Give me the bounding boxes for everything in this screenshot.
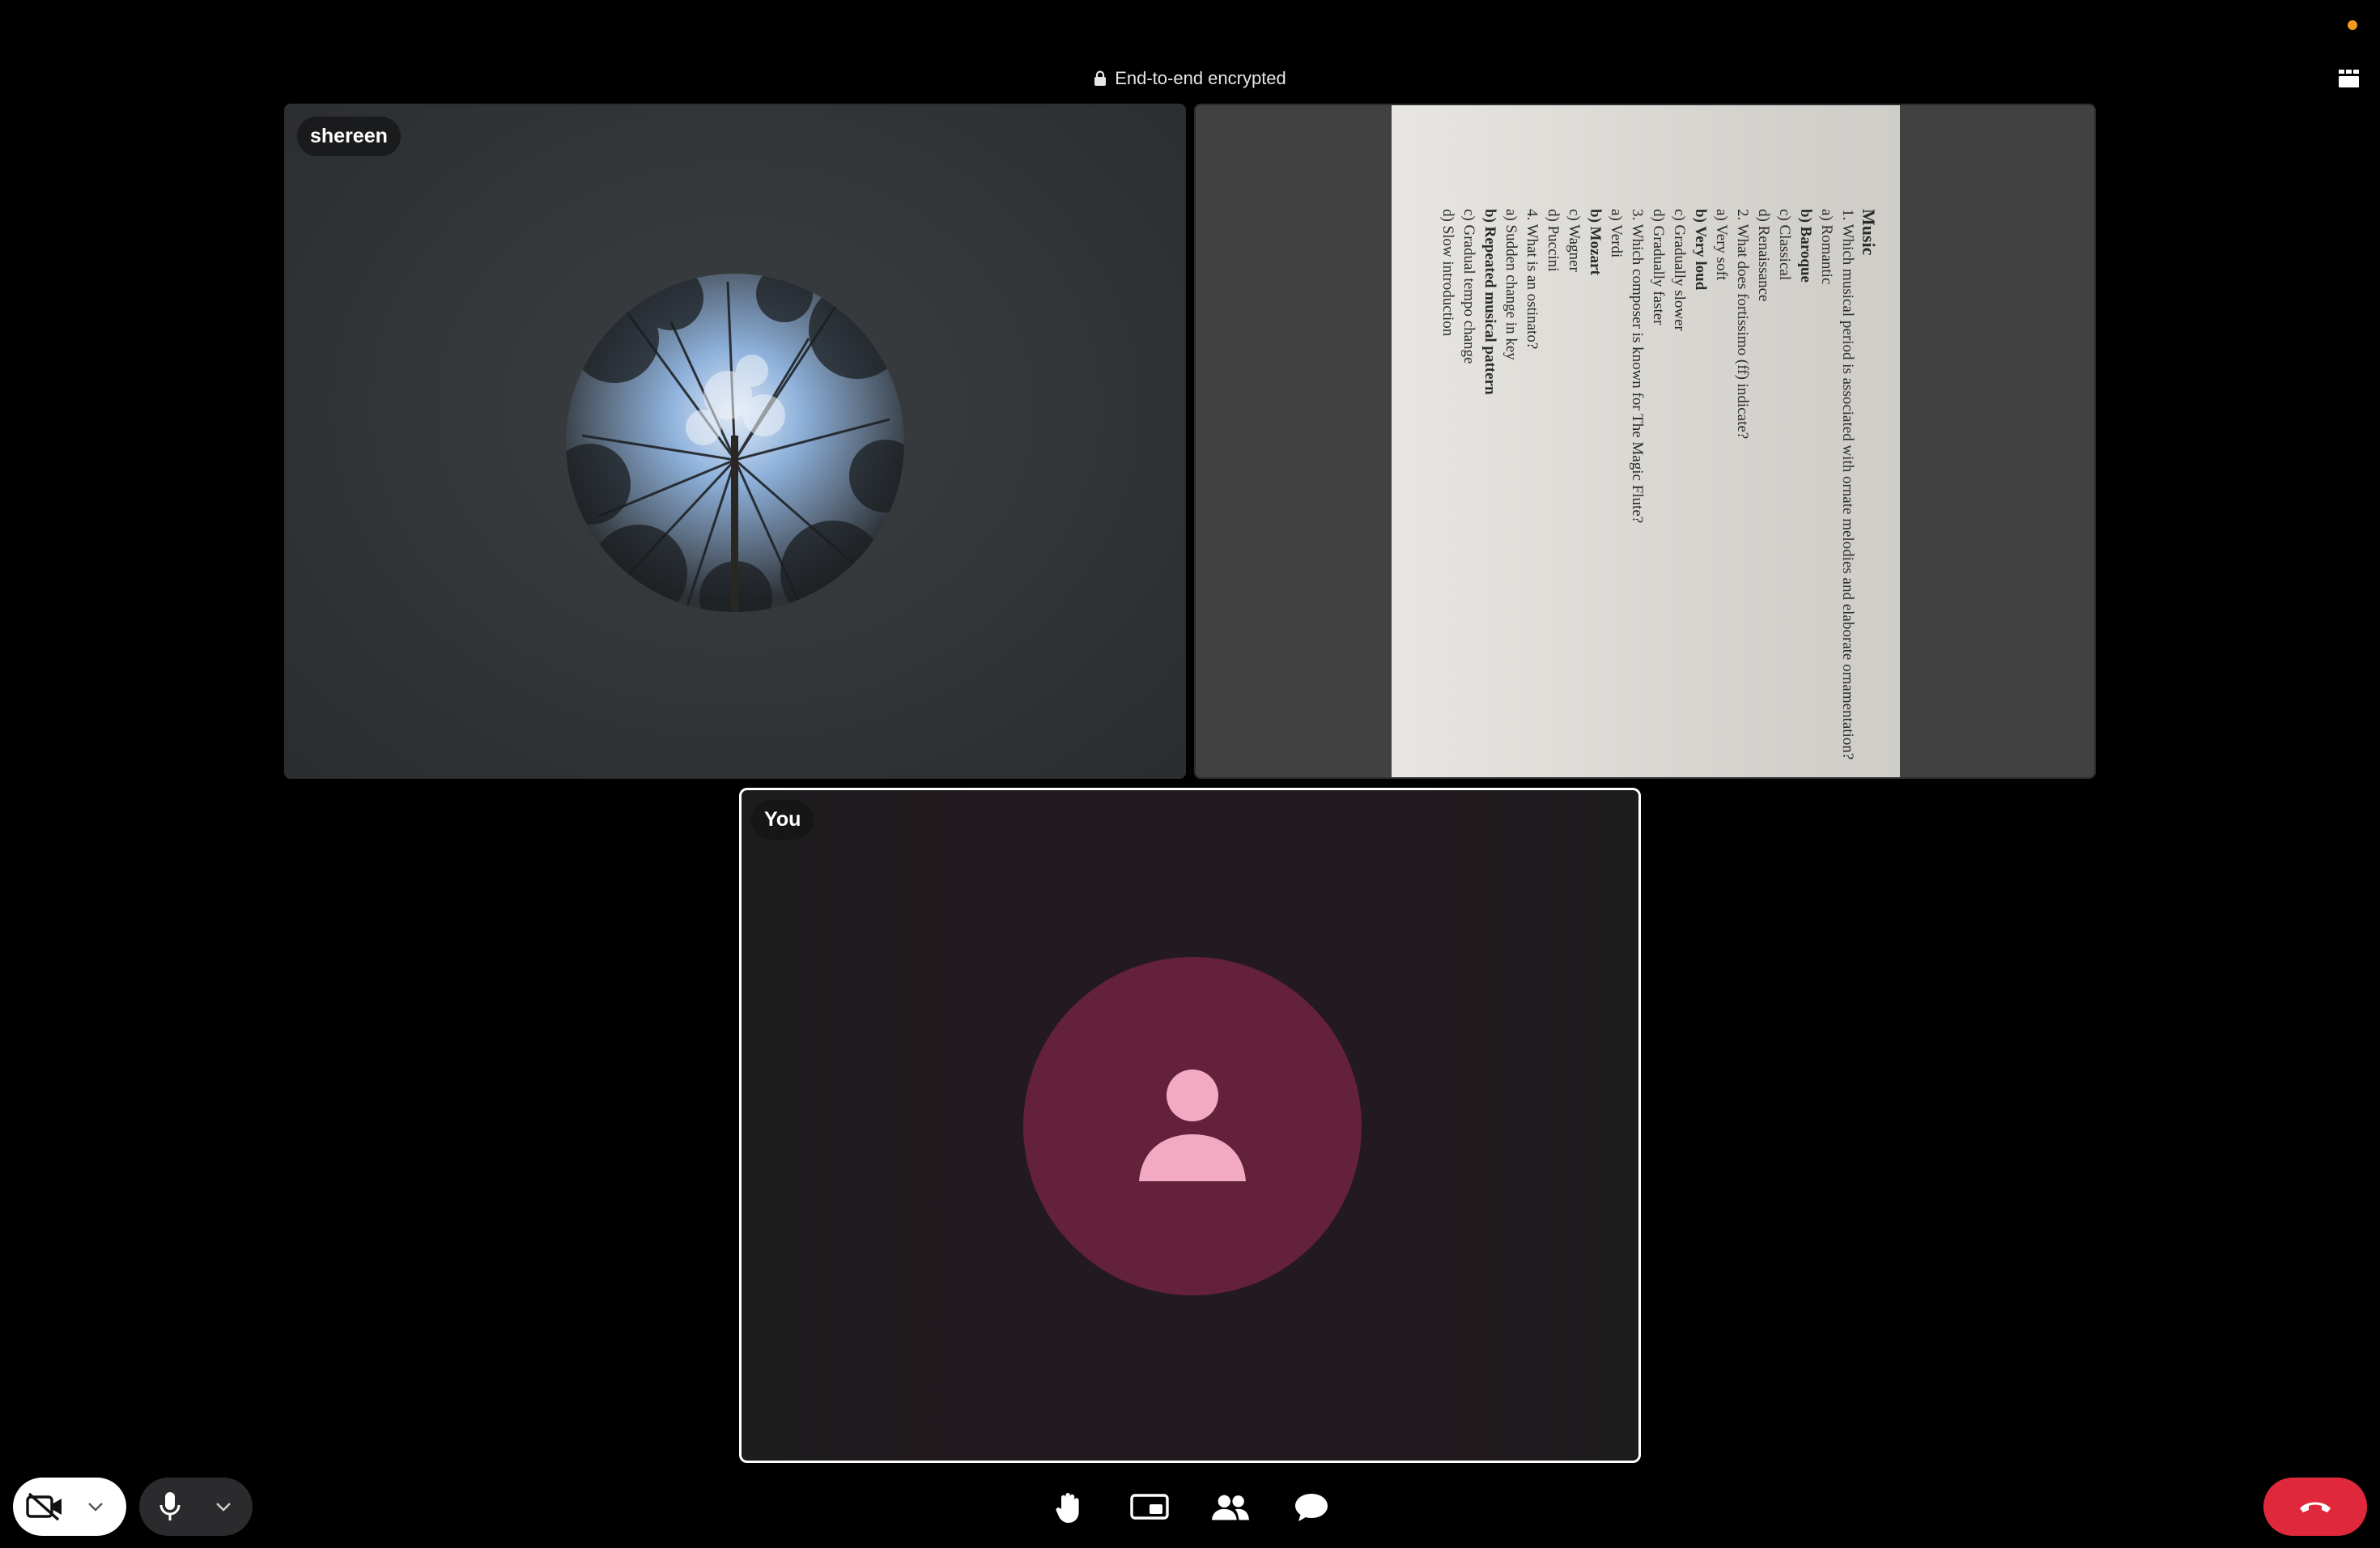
participant-name-label: shereen bbox=[297, 117, 401, 156]
shared-document: Music 1. Which musical period is associa… bbox=[1392, 105, 1900, 777]
document-line: b) Baroque bbox=[1797, 209, 1814, 283]
document-line: a) Sudden change in key bbox=[1502, 209, 1519, 360]
recording-status-dot bbox=[2348, 20, 2357, 30]
avatar bbox=[1023, 957, 1362, 1295]
document-line: c) Classical bbox=[1776, 209, 1793, 281]
document-line: d) Gradually faster bbox=[1650, 209, 1667, 325]
document-line: d) Slow introduction bbox=[1439, 209, 1456, 337]
tree-canopy-image bbox=[566, 274, 904, 612]
document-line: 2. What does fortissimo (ff) indicate? bbox=[1734, 209, 1751, 440]
camera-off-icon[interactable] bbox=[26, 1492, 65, 1521]
document-line: a) Very soft bbox=[1713, 209, 1730, 281]
camera-toggle-group[interactable] bbox=[13, 1478, 126, 1536]
chevron-down-icon[interactable] bbox=[215, 1502, 232, 1512]
raise-hand-icon bbox=[1056, 1493, 1079, 1523]
document-line: b) Very loud bbox=[1692, 209, 1709, 291]
document-line: b) Repeated musical pattern bbox=[1481, 209, 1498, 395]
document-heading: Music bbox=[1859, 209, 1879, 256]
document-line: c) Gradual tempo change bbox=[1460, 209, 1477, 364]
call-actions bbox=[1049, 1488, 1331, 1527]
document-text: Music 1. Which musical period is associa… bbox=[1437, 209, 1879, 759]
self-name-label: You bbox=[751, 800, 814, 840]
screen-share-tile[interactable]: Music 1. Which musical period is associa… bbox=[1194, 104, 2096, 779]
document-line: c) Gradually slower bbox=[1671, 209, 1688, 331]
share-screen-icon bbox=[1130, 1494, 1169, 1520]
encryption-indicator: End-to-end encrypted bbox=[0, 68, 2380, 89]
person-icon bbox=[1139, 1070, 1246, 1181]
encryption-label: End-to-end encrypted bbox=[1115, 68, 1286, 88]
participant-video bbox=[566, 274, 904, 612]
lock-icon bbox=[1094, 70, 1107, 86]
document-line: d) Puccini bbox=[1545, 209, 1562, 272]
chat-button[interactable] bbox=[1292, 1488, 1331, 1527]
document-line: 4. What is an ostinato? bbox=[1524, 209, 1541, 350]
document-line: a) Verdi bbox=[1608, 209, 1625, 258]
document-line: 3. Which composer is known for The Magic… bbox=[1629, 209, 1646, 524]
self-view-tile[interactable]: You bbox=[739, 788, 1641, 1463]
grid-view-icon bbox=[2339, 70, 2359, 87]
document-line: a) Romantic bbox=[1818, 209, 1835, 285]
document-line: c) Wagner bbox=[1566, 209, 1583, 272]
chat-icon bbox=[1295, 1494, 1328, 1521]
document-line: b) Mozart bbox=[1587, 209, 1604, 275]
participants-button[interactable] bbox=[1211, 1488, 1250, 1527]
end-call-icon bbox=[2300, 1502, 2331, 1512]
chevron-down-icon[interactable] bbox=[87, 1502, 104, 1512]
grid-view-button[interactable] bbox=[2338, 68, 2359, 89]
raise-hand-button[interactable] bbox=[1049, 1488, 1088, 1527]
end-call-button[interactable] bbox=[2263, 1478, 2367, 1536]
microphone-icon[interactable] bbox=[159, 1491, 181, 1523]
share-screen-button[interactable] bbox=[1130, 1488, 1169, 1527]
document-line: 1. Which musical period is associated wi… bbox=[1839, 209, 1856, 760]
participants-icon bbox=[1211, 1495, 1250, 1520]
microphone-toggle-group[interactable] bbox=[139, 1478, 253, 1536]
document-line: d) Renaissance bbox=[1755, 209, 1772, 302]
participant-tile-shereen[interactable]: shereen bbox=[284, 104, 1186, 779]
